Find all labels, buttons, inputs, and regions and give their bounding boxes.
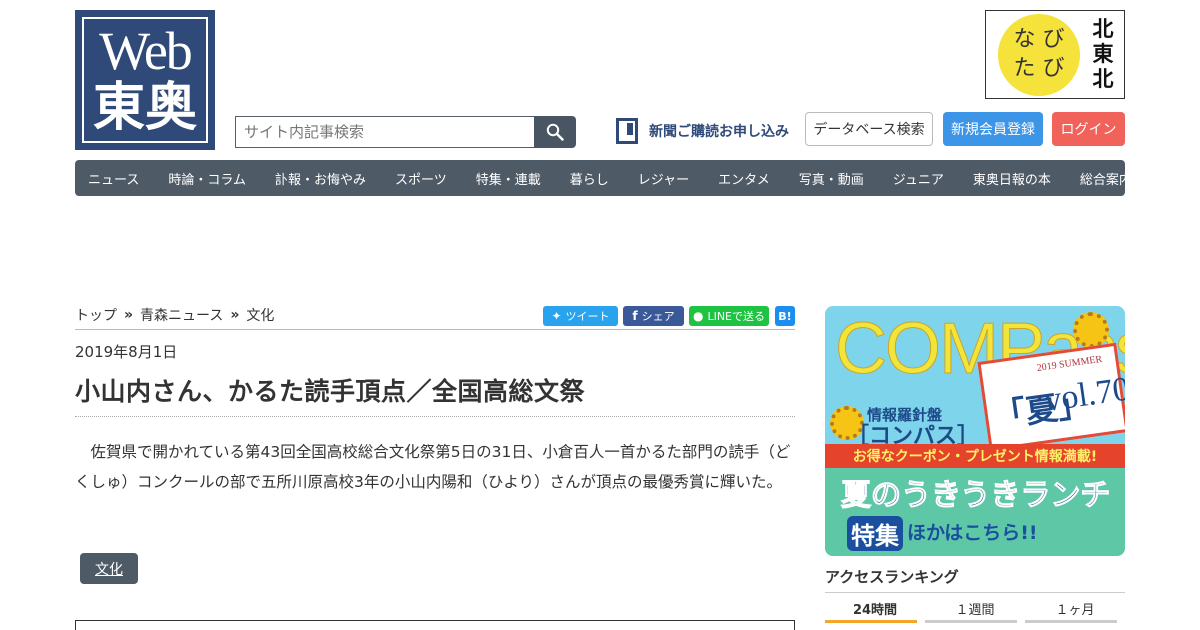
article-title: 小山内さん、かるた読手頂点／全国高総文祭 <box>75 377 586 406</box>
season-label: 2019 SUMMER <box>1036 353 1103 374</box>
breadcrumb-top[interactable]: トップ <box>75 305 117 325</box>
banner-char: た <box>1013 56 1036 81</box>
facebook-label: シェア <box>641 310 675 323</box>
navitabi-banner[interactable]: な び た び 北 東 北 <box>985 10 1125 99</box>
title-divider <box>75 416 795 417</box>
hatena-bookmark-button[interactable]: B! <box>775 306 795 326</box>
nav-item-about[interactable]: 総合案内 <box>1080 169 1132 188</box>
related-box <box>75 620 795 630</box>
banner-vchar: 東 <box>1092 42 1114 66</box>
summer-issue-card: 2019 SUMMER 「夏」 vol.70 <box>977 342 1125 452</box>
tweet-button[interactable]: ✦ ツイート <box>543 306 618 326</box>
search-input[interactable] <box>235 116 534 148</box>
subscribe-link[interactable]: 新聞ご購読お申し込み <box>616 118 789 144</box>
sunflower-icon <box>1073 312 1109 348</box>
nav-item-leisure[interactable]: レジャー <box>638 169 689 188</box>
article-date: 2019年8月1日 <box>75 343 178 361</box>
compass-banner[interactable]: COMPass 情報羅針盤 ［コンパス］ 2019 SUMMER 「夏」 vol… <box>825 306 1125 556</box>
banner-vertical-text: 北 東 北 <box>1088 17 1118 92</box>
lunch-feature: 夏のうきうきランチ 特集 ほかはこちら!! <box>825 468 1125 556</box>
breadcrumb-aomori-news[interactable]: 青森ニュース <box>140 305 223 325</box>
breadcrumb: トップ » 青森ニュース » 文化 <box>75 305 274 325</box>
main-nav: ニュース 時論・コラム 訃報・お悔やみ スポーツ 特集・連載 暮らし レジャー … <box>75 160 1132 196</box>
banner-char: な <box>1013 27 1036 52</box>
line-icon: ● <box>692 309 704 323</box>
tab-1-week[interactable]: １週間 <box>925 593 1025 623</box>
facebook-share-button[interactable]: f シェア <box>623 306 684 326</box>
nav-item-obituary[interactable]: 訃報・お悔やみ <box>275 169 366 188</box>
banner-vchar: 北 <box>1092 67 1114 91</box>
nav-item-living[interactable]: 暮らし <box>570 169 609 188</box>
line-share-button[interactable]: ● LINEで送る <box>689 306 769 326</box>
newspaper-icon <box>616 118 638 144</box>
nav-item-junior[interactable]: ジュニア <box>893 169 944 188</box>
register-button[interactable]: 新規会員登録 <box>943 112 1043 146</box>
navitabi-circle: な び た び <box>998 14 1080 96</box>
nav-item-books[interactable]: 東奥日報の本 <box>973 169 1051 188</box>
banner-char: び <box>1042 56 1065 81</box>
access-ranking-title: アクセスランキング <box>825 568 959 586</box>
article-body: 佐賀県で開かれている第43回全国高校総合文化祭第5日の31日、小倉百人一首かるた… <box>75 443 791 491</box>
lunch-feature-label: 特集 <box>847 516 903 551</box>
tweet-label: ツイート <box>565 310 610 323</box>
nav-item-entertainment[interactable]: エンタメ <box>718 169 770 188</box>
login-button[interactable]: ログイン <box>1052 112 1125 146</box>
lunch-title: 夏のうきうきランチ <box>840 478 1111 514</box>
category-tag-culture[interactable]: 文化 <box>80 553 138 584</box>
logo-frame: Web 東奥 <box>82 17 208 143</box>
nav-item-column[interactable]: 時論・コラム <box>168 169 246 188</box>
nav-item-features[interactable]: 特集・連載 <box>476 169 541 188</box>
subscribe-label: 新聞ご購読お申し込み <box>649 124 789 140</box>
tab-24-hours[interactable]: 24時間 <box>825 593 925 623</box>
volume-number: vol.70 <box>1041 370 1125 420</box>
logo-text-web: Web <box>99 21 193 81</box>
site-search <box>235 116 576 148</box>
line-label: LINEで送る <box>707 310 766 323</box>
database-search-button[interactable]: データベース検索 <box>805 112 933 146</box>
nav-item-news[interactable]: ニュース <box>88 169 139 188</box>
logo-text-toou: 東奥 <box>92 77 197 138</box>
search-button[interactable] <box>534 116 576 148</box>
breadcrumb-divider <box>75 329 795 330</box>
banner-char: び <box>1042 27 1065 52</box>
tab-1-month[interactable]: １ヶ月 <box>1025 593 1125 623</box>
search-icon <box>546 123 564 141</box>
nav-item-sports[interactable]: スポーツ <box>395 169 447 188</box>
breadcrumb-separator: » <box>124 307 134 323</box>
ranking-tabs: 24時間 １週間 １ヶ月 <box>825 592 1125 623</box>
nav-item-photo-video[interactable]: 写真・動画 <box>799 169 864 188</box>
coupon-band: お得なクーポン・プレゼント情報満載! <box>825 444 1125 468</box>
lunch-more-link: ほかはこちら!! <box>907 522 1038 544</box>
breadcrumb-separator: » <box>230 307 240 323</box>
facebook-icon: f <box>632 309 638 323</box>
breadcrumb-culture[interactable]: 文化 <box>246 305 274 325</box>
banner-vchar: 北 <box>1092 17 1114 41</box>
site-logo[interactable]: Web 東奥 <box>75 10 215 150</box>
twitter-icon: ✦ <box>551 309 562 323</box>
